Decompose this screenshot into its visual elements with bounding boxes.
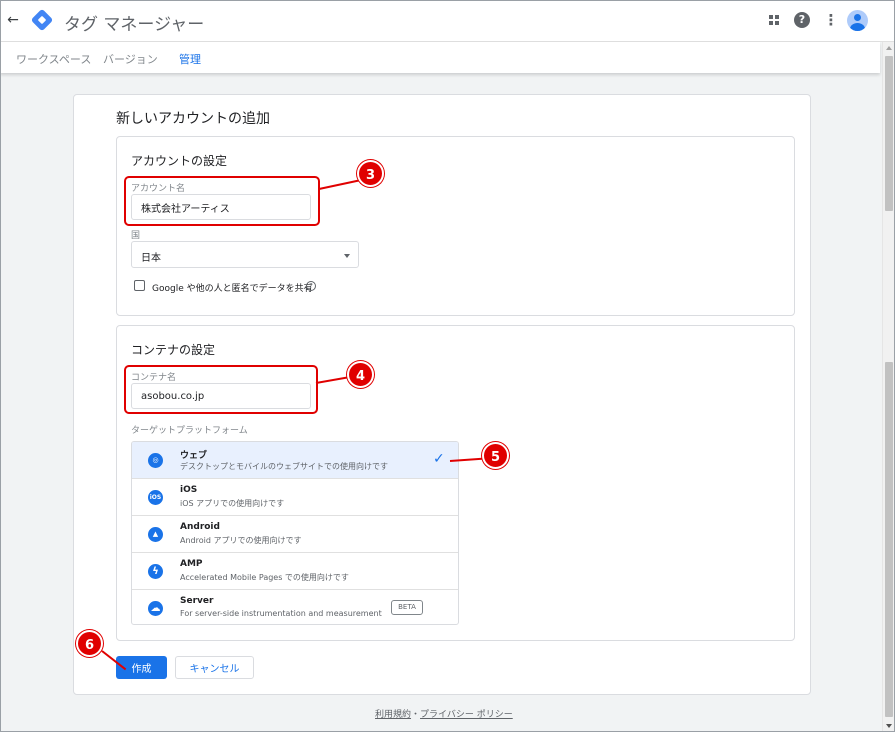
annotation-badge-6: 6 — [76, 630, 103, 657]
nav-tabs: ワークスペース バージョン 管理 — [0, 42, 880, 73]
platform-option-amp[interactable]: ϟ AMP Accelerated Mobile Pages での使用向けです — [132, 553, 458, 590]
help-circle-icon[interactable]: ? — [306, 281, 316, 291]
tab-versions[interactable]: バージョン — [103, 51, 158, 67]
annotation-badge-5: 5 — [482, 442, 509, 469]
highlight-account-name — [124, 176, 320, 226]
platform-desc: Accelerated Mobile Pages での使用向けです — [180, 573, 349, 582]
beta-badge: BETA — [391, 600, 423, 615]
footer-separator: ・ — [411, 710, 421, 720]
app-header: ← タグ マネージャー ? ⋮ — [0, 0, 895, 42]
platform-name: Server — [180, 596, 214, 606]
apps-grid-icon[interactable] — [765, 11, 783, 29]
help-icon[interactable]: ? — [794, 12, 810, 28]
more-vert-icon[interactable]: ⋮ — [822, 11, 840, 29]
amp-icon: ϟ — [148, 564, 163, 579]
target-platform-label: ターゲットプラットフォーム — [131, 426, 248, 436]
annotation-badge-4: 4 — [347, 361, 374, 388]
share-data-checkbox[interactable] — [134, 280, 145, 291]
platform-name: iOS — [180, 485, 198, 495]
cloud-icon: ☁ — [148, 601, 163, 616]
vertical-scrollbar[interactable] — [882, 42, 895, 732]
platform-option-server[interactable]: ☁ Server For server-side instrumentation… — [132, 590, 458, 624]
back-arrow-icon[interactable]: ← — [5, 11, 21, 29]
check-icon: ✓ — [433, 451, 445, 467]
container-settings-title: コンテナの設定 — [131, 343, 216, 357]
platform-name: Android — [180, 522, 220, 532]
tag-manager-logo — [30, 8, 54, 32]
platform-option-ios[interactable]: iOS iOS iOS アプリでの使用向けです — [132, 479, 458, 516]
privacy-link[interactable]: プライバシー ポリシー — [420, 710, 513, 720]
country-label: 国 — [131, 231, 141, 241]
account-settings-title: アカウントの設定 — [131, 154, 228, 168]
footer-links: 利用規約・プライバシー ポリシー — [375, 707, 513, 720]
platform-option-android[interactable]: ▲ Android Android アプリでの使用向けです — [132, 516, 458, 553]
platform-desc: iOS アプリでの使用向けです — [180, 499, 285, 508]
app-title: タグ マネージャー — [64, 15, 205, 35]
tab-workspace[interactable]: ワークスペース — [16, 51, 91, 67]
chevron-down-icon — [344, 254, 350, 258]
android-icon: ▲ — [148, 527, 163, 542]
platform-desc: デスクトップとモバイルのウェブサイトでの使用向けです — [180, 462, 388, 471]
highlight-container-name — [124, 365, 318, 414]
platform-name: AMP — [180, 559, 203, 569]
scrollbar-track-upper — [885, 56, 893, 211]
platform-option-web[interactable]: ◎ ウェブ デスクトップとモバイルのウェブサイトでの使用向けです ✓ — [132, 442, 458, 479]
platform-list: ◎ ウェブ デスクトップとモバイルのウェブサイトでの使用向けです ✓ iOS i… — [131, 441, 459, 625]
page-title: 新しいアカウントの追加 — [116, 111, 270, 127]
country-value: 日本 — [141, 253, 161, 264]
terms-link[interactable]: 利用規約 — [375, 710, 411, 720]
tab-admin[interactable]: 管理 — [179, 51, 201, 67]
scrollbar-thumb[interactable] — [885, 362, 893, 717]
platform-name: ウェブ — [180, 451, 208, 461]
account-avatar[interactable] — [847, 10, 868, 31]
cancel-button[interactable]: キャンセル — [175, 656, 254, 679]
scroll-up-icon[interactable] — [886, 46, 892, 50]
platform-desc: Android アプリでの使用向けです — [180, 536, 302, 545]
country-select[interactable]: 日本 — [131, 241, 359, 268]
globe-icon: ◎ — [148, 453, 163, 468]
annotation-badge-3: 3 — [357, 160, 384, 187]
ios-icon: iOS — [148, 490, 163, 505]
platform-desc: For server-side instrumentation and meas… — [180, 609, 382, 618]
scroll-down-icon[interactable] — [886, 724, 892, 728]
share-data-label: Google や他の人と匿名でデータを共有 — [152, 284, 313, 294]
